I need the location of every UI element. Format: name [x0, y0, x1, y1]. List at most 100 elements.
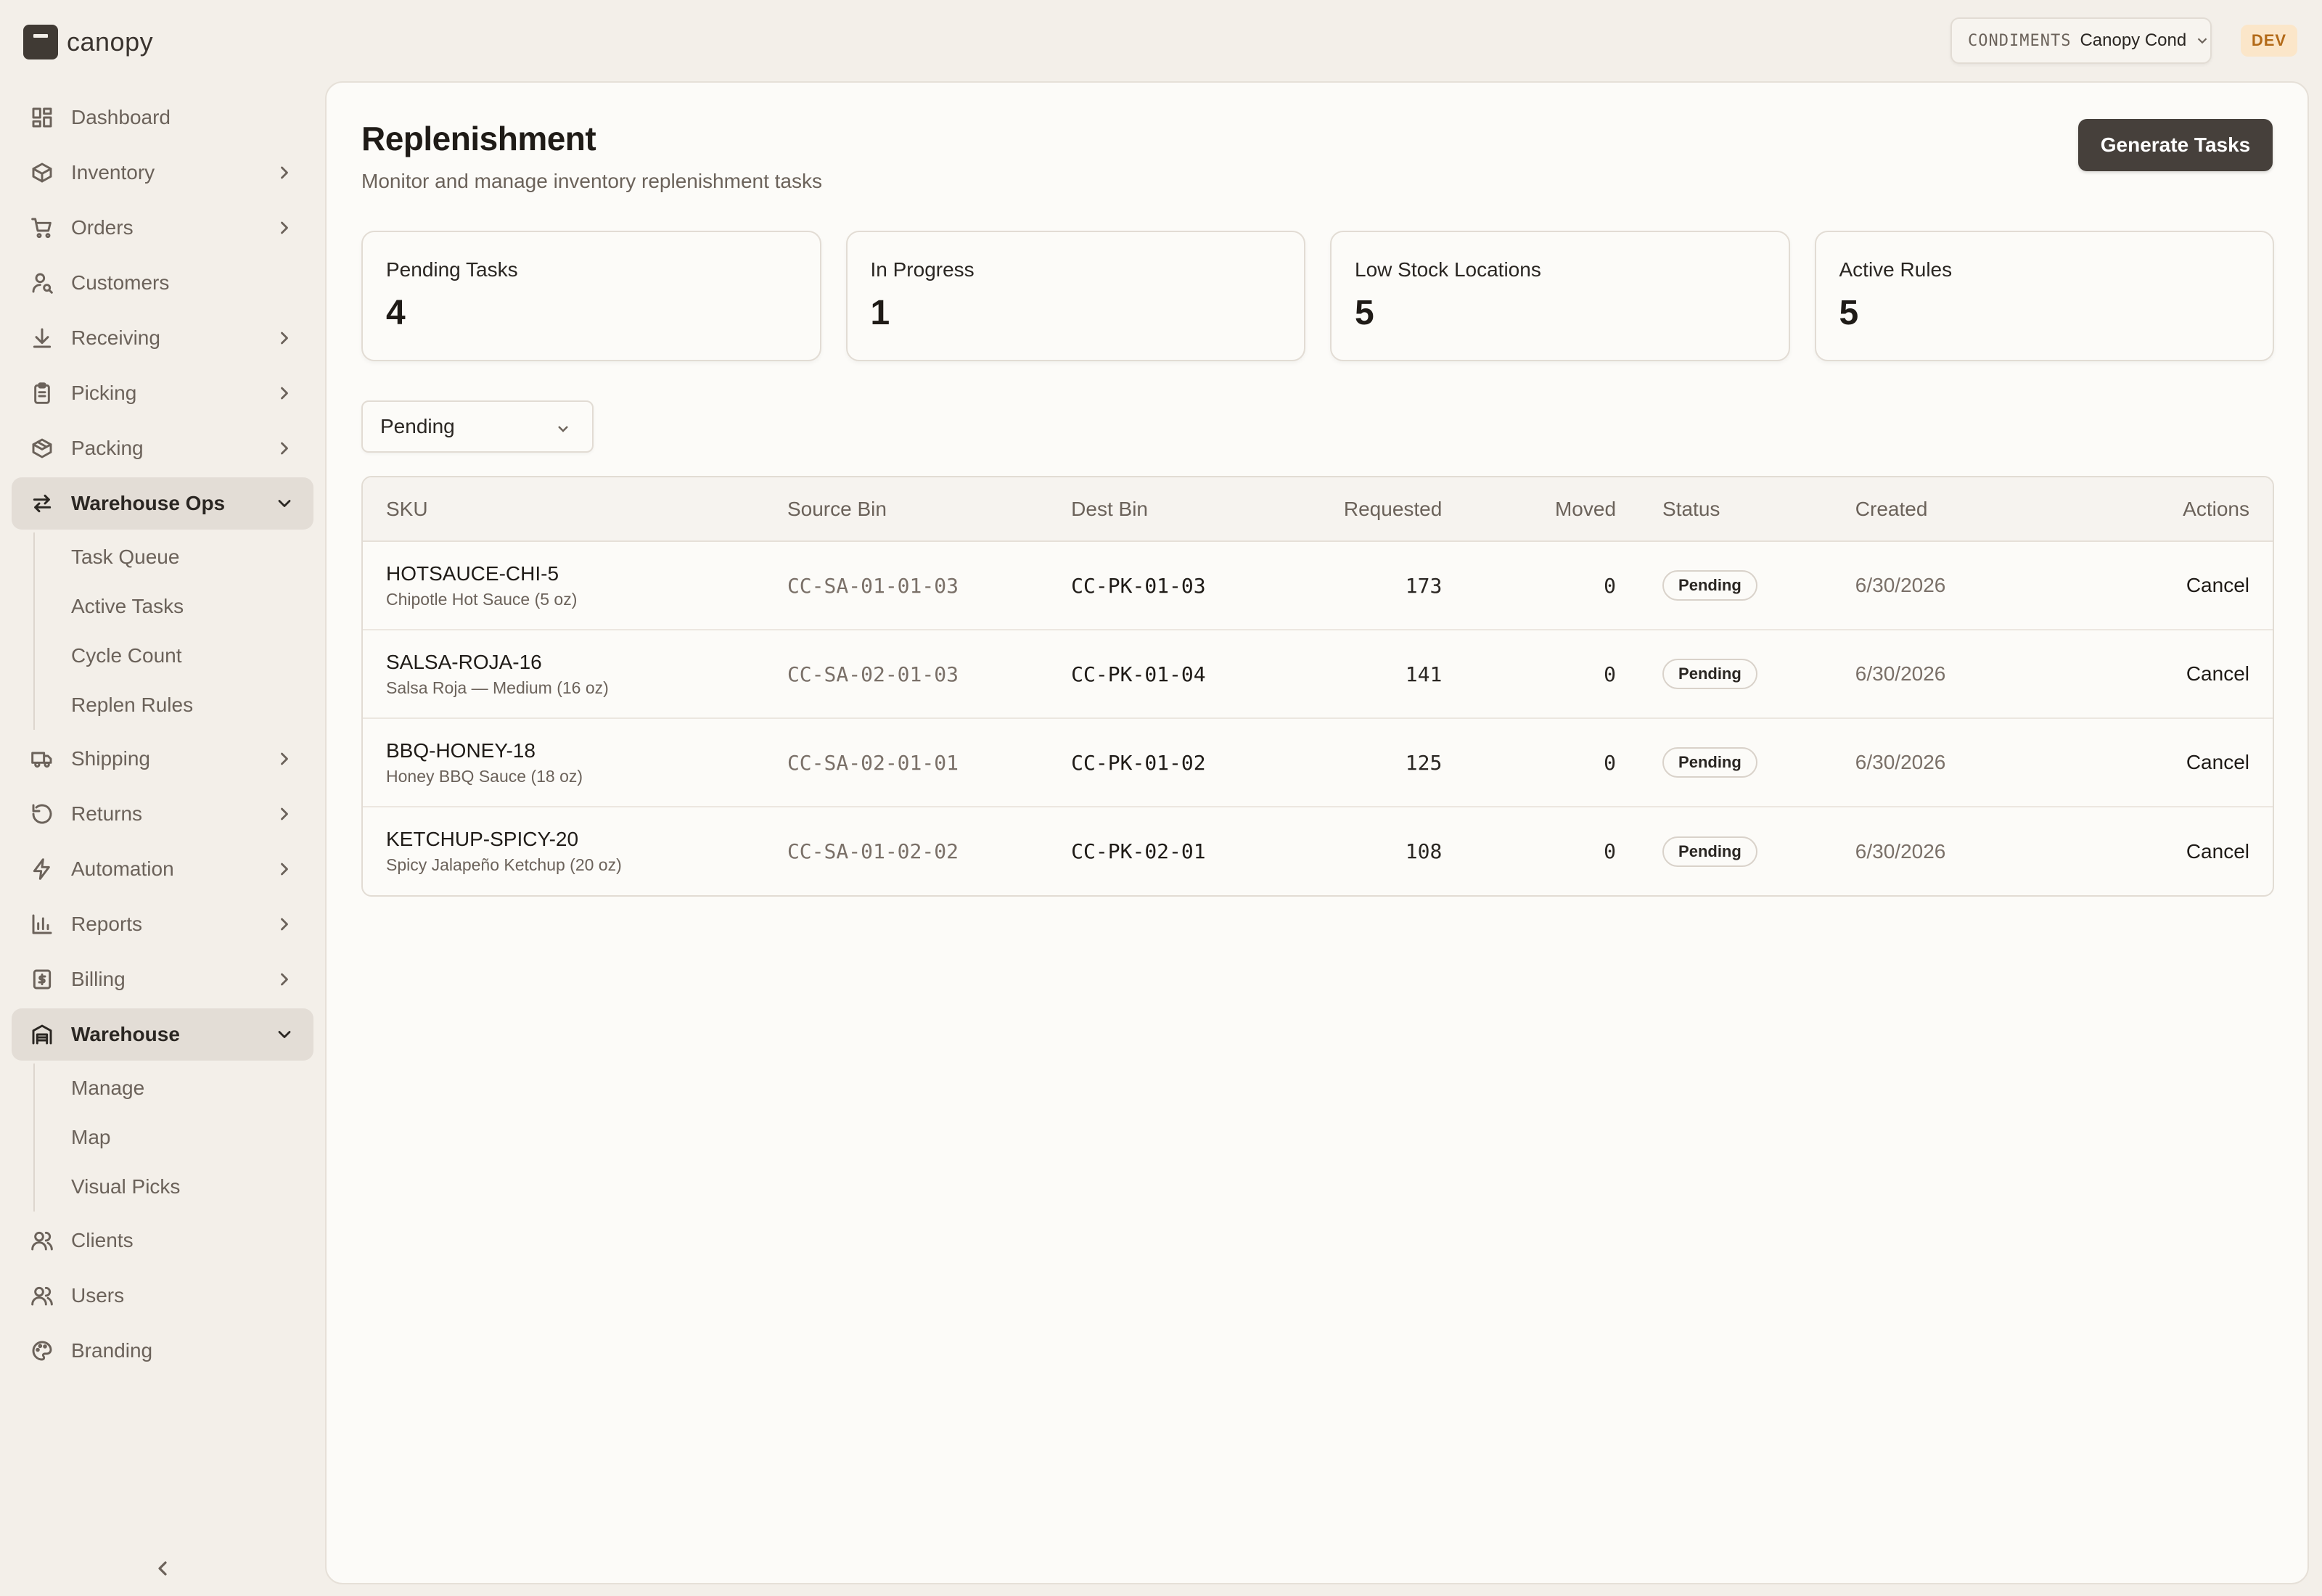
status-filter-select[interactable]: Pending [361, 400, 594, 453]
requested-qty: 125 [1291, 718, 1466, 807]
users-icon [29, 1283, 55, 1309]
sidebar-item-users[interactable]: Users [12, 1270, 313, 1322]
created-date: 6/30/2026 [1831, 541, 2079, 630]
sidebar-subitem-manage[interactable]: Manage [35, 1064, 313, 1113]
chevron-left-icon [158, 1561, 167, 1576]
chevron-right-icon [274, 804, 295, 824]
bar-chart-icon [29, 911, 55, 937]
box-icon [29, 160, 55, 186]
stat-label: Low Stock Locations [1355, 258, 1541, 281]
moved-qty: 0 [1604, 839, 1617, 863]
source-bin: CC-SA-02-01-03 [763, 630, 1049, 719]
chevron-right-icon [274, 859, 295, 879]
arrows-swap-icon [29, 490, 55, 517]
package-icon [29, 435, 55, 461]
receipt-icon [29, 966, 55, 992]
main-nav: Dashboard Inventory Orders Customers Rec… [12, 91, 313, 1380]
cart-icon [29, 215, 55, 241]
stat-card-low-stock-locations: Low Stock Locations 5 [1330, 231, 1790, 361]
sidebar-item-clients[interactable]: Clients [12, 1214, 313, 1267]
table-row[interactable]: KETCHUP-SPICY-20 Spicy Jalapeño Ketchup (… [363, 807, 2273, 895]
column-header-sku[interactable]: SKU [363, 477, 764, 542]
sidebar-item-reports[interactable]: Reports [12, 898, 313, 950]
sidebar-item-label: Packing [71, 437, 144, 459]
warehouse-submenu: Manage Map Visual Picks [33, 1064, 313, 1212]
column-header-requested[interactable]: Requested [1291, 477, 1466, 542]
sidebar-item-label: Reports [71, 913, 143, 935]
user-search-icon [29, 270, 55, 296]
sidebar-item-label: Warehouse Ops [71, 492, 226, 514]
requested-qty: 108 [1405, 839, 1443, 863]
sidebar-subitem-active-tasks[interactable]: Active Tasks [35, 582, 313, 631]
column-header-created[interactable]: Created [1831, 477, 2079, 542]
sidebar-item-orders[interactable]: Orders [12, 202, 313, 254]
table-row[interactable]: HOTSAUCE-CHI-5 Chipotle Hot Sauce (5 oz) … [363, 541, 2273, 630]
download-icon [29, 325, 55, 351]
table-row[interactable]: BBQ-HONEY-18 Honey BBQ Sauce (18 oz) CC-S… [363, 718, 2273, 807]
sidebar-item-automation[interactable]: Automation [12, 843, 313, 895]
sidebar-item-label: Dashboard [71, 106, 171, 128]
sidebar-item-inventory[interactable]: Inventory [12, 147, 313, 199]
stat-label: Active Rules [1839, 258, 1953, 281]
dest-bin: CC-PK-01-02 [1048, 718, 1292, 807]
generate-tasks-button[interactable]: Generate Tasks [2078, 119, 2273, 171]
dest-bin: CC-PK-02-01 [1071, 839, 1206, 863]
sidebar-item-billing[interactable]: Billing [12, 953, 313, 1005]
dest-bin: CC-PK-01-03 [1048, 541, 1292, 630]
clipboard-icon [29, 380, 55, 406]
column-header-dest-bin[interactable]: Dest Bin [1048, 477, 1292, 542]
sidebar-subitem-visual-picks[interactable]: Visual Picks [35, 1162, 313, 1212]
chevron-down-icon [274, 493, 295, 514]
source-bin: CC-SA-01-01-03 [763, 541, 1049, 630]
status-badge: Pending [1662, 659, 1757, 689]
column-header-status[interactable]: Status [1639, 477, 1832, 542]
sidebar-subitem-replen-rules[interactable]: Replen Rules [35, 680, 313, 730]
sidebar-item-warehouse[interactable]: Warehouse [12, 1008, 313, 1061]
organization-switcher[interactable]: CONDIMENTS Canopy Cond [1950, 17, 2212, 64]
sidebar-subitem-map[interactable]: Map [35, 1113, 313, 1162]
sidebar-item-shipping[interactable]: Shipping [12, 733, 313, 785]
stat-value: 5 [1355, 294, 1374, 332]
sidebar-item-returns[interactable]: Returns [12, 788, 313, 840]
cancel-button[interactable]: Cancel [2186, 751, 2249, 773]
page-subtitle: Monitor and manage inventory replenishme… [361, 170, 823, 192]
source-bin: CC-SA-02-01-01 [763, 718, 1049, 807]
bolt-icon [29, 856, 55, 882]
sku-name: Spicy Jalapeño Ketchup (20 oz) [386, 855, 622, 874]
stat-value: 4 [386, 294, 406, 332]
column-header-actions: Actions [2078, 477, 2273, 542]
sidebar: canopy Dashboard Inventory Orders Custom… [0, 0, 325, 1596]
column-header-source-bin[interactable]: Source Bin [763, 477, 1049, 542]
chevron-right-icon [274, 328, 295, 348]
brand-logo[interactable]: canopy [23, 23, 153, 61]
collapse-sidebar-button[interactable] [151, 1557, 174, 1580]
cancel-button[interactable]: Cancel [2186, 662, 2249, 685]
table-row[interactable]: SALSA-ROJA-16 Salsa Roja — Medium (16 oz)… [363, 630, 2273, 719]
cancel-button[interactable]: Cancel [2186, 840, 2249, 863]
requested-qty: 173 [1291, 541, 1466, 630]
moved-qty: 0 [1465, 718, 1640, 807]
sidebar-item-warehouse-ops[interactable]: Warehouse Ops [12, 477, 313, 530]
requested-qty: 141 [1291, 630, 1466, 719]
sidebar-subitem-cycle-count[interactable]: Cycle Count [35, 631, 313, 680]
cancel-button[interactable]: Cancel [2186, 574, 2249, 596]
sidebar-subitem-task-queue[interactable]: Task Queue [35, 532, 313, 582]
column-header-moved[interactable]: Moved [1465, 477, 1640, 542]
sku-code: SALSA-ROJA-16 [386, 650, 542, 673]
sidebar-item-label: Branding [71, 1339, 153, 1362]
sidebar-item-label: Returns [71, 802, 143, 825]
sidebar-item-dashboard[interactable]: Dashboard [12, 91, 313, 144]
sidebar-item-customers[interactable]: Customers [12, 257, 313, 309]
org-name: Canopy Cond [2080, 30, 2187, 50]
stats-row: Pending Tasks 4 In Progress 1 Low Stock … [361, 231, 2274, 361]
sidebar-item-label: Inventory [71, 161, 155, 184]
sidebar-item-label: Shipping [71, 747, 150, 770]
sidebar-item-branding[interactable]: Branding [12, 1325, 313, 1377]
sidebar-item-label: Automation [71, 857, 174, 880]
sidebar-item-packing[interactable]: Packing [12, 422, 313, 474]
sku-code: HOTSAUCE-CHI-5 [386, 562, 559, 585]
sidebar-item-receiving[interactable]: Receiving [12, 312, 313, 364]
sidebar-item-picking[interactable]: Picking [12, 367, 313, 419]
dest-bin: CC-PK-01-04 [1048, 630, 1292, 719]
moved-qty: 0 [1465, 630, 1640, 719]
